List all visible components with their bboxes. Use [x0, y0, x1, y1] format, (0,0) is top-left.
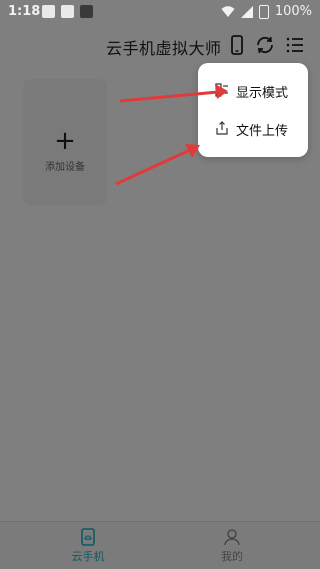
add-device-card[interactable]: + 添加设备: [24, 80, 106, 204]
menu-item-display-mode[interactable]: 显示模式: [198, 71, 308, 111]
list-menu-icon[interactable]: [284, 34, 306, 56]
menu-item-label: 显示模式: [236, 86, 289, 101]
image-icon: [42, 5, 55, 18]
user-icon: [224, 529, 240, 546]
add-device-label: 添加设备: [45, 162, 85, 173]
battery-percent: 100%: [274, 4, 312, 19]
signal-icon: [240, 5, 253, 18]
wifi-icon: [221, 5, 235, 17]
battery-icon: [258, 4, 269, 19]
display-mode-icon: [215, 83, 228, 97]
text-a-icon: [61, 5, 74, 18]
dropdown-menu: 显示模式 文件上传: [198, 63, 308, 157]
nav-label: 云手机: [71, 550, 105, 563]
app-title: 云手机虚拟大师: [106, 39, 222, 58]
upload-icon: [216, 121, 228, 135]
app-header: 云手机虚拟大师: [0, 30, 320, 60]
phone-icon[interactable]: [226, 34, 248, 56]
app-icon: [80, 5, 93, 18]
plus-icon: +: [54, 126, 76, 156]
nav-label: 我的: [221, 550, 243, 563]
menu-item-label: 文件上传: [236, 124, 289, 139]
arrow-to-file-upload: [115, 148, 191, 186]
status-bar: 1:18 100%: [0, 0, 320, 24]
bottom-nav: 云手机 我的: [0, 521, 320, 569]
status-time: 1:18: [8, 4, 41, 19]
nav-item-cloud-phone[interactable]: 云手机: [48, 526, 128, 568]
nav-item-mine[interactable]: 我的: [192, 526, 272, 568]
refresh-icon[interactable]: [254, 34, 276, 56]
status-system-icons: 100%: [221, 4, 312, 19]
status-notification-icons: [42, 5, 93, 18]
menu-item-file-upload[interactable]: 文件上传: [198, 109, 308, 149]
cloud-phone-icon: [81, 528, 95, 546]
